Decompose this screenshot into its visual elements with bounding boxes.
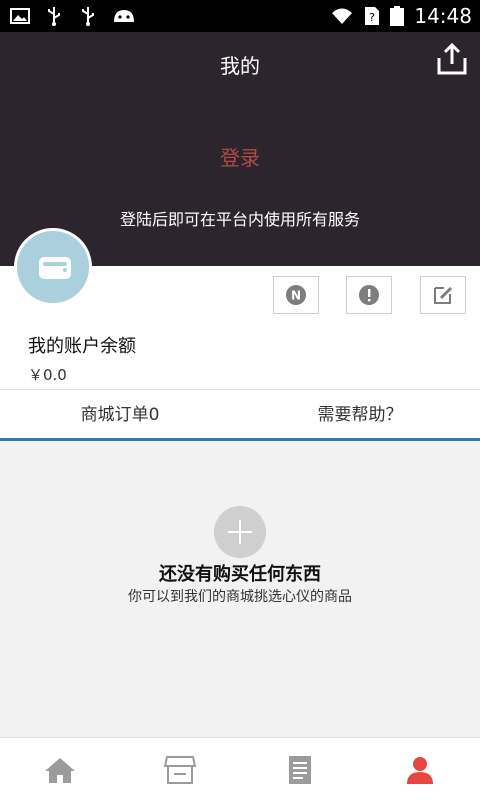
image-icon <box>10 8 30 24</box>
status-left-icons <box>10 6 136 26</box>
store-icon <box>163 756 197 784</box>
edit-icon <box>434 286 453 304</box>
nav-home[interactable] <box>0 748 120 792</box>
tab-mall-orders[interactable]: 商城订单0 <box>0 390 240 440</box>
android-icon <box>114 10 134 22</box>
home-icon <box>45 758 75 783</box>
nav-profile[interactable] <box>360 748 480 792</box>
status-right: ? 14:48 <box>330 4 472 28</box>
login-hint: 登陆后即可在平台内使用所有服务 <box>119 210 360 229</box>
bottom-nav <box>0 737 480 800</box>
add-icon[interactable] <box>214 506 266 558</box>
tab-help[interactable]: 需要帮助？ <box>240 390 480 440</box>
profile-icon <box>407 757 433 784</box>
svg-text:?: ? <box>369 11 375 24</box>
alert-icon <box>359 285 379 305</box>
balance-label: 我的账户余额 <box>28 336 136 357</box>
tabs-bar: 商城订单0 需要帮助？ <box>0 389 480 441</box>
alert-button[interactable] <box>346 276 392 314</box>
empty-state: 还没有购买任何东西 你可以到我们的商城挑选心仪的商品 <box>0 441 480 737</box>
empty-subtitle: 你可以到我们的商城挑选心仪的商品 <box>128 589 352 605</box>
wifi-icon <box>332 8 353 24</box>
profile-header: 我的 登录 登陆后即可在平台内使用所有服务 <box>0 32 480 266</box>
share-icon[interactable] <box>436 42 468 76</box>
status-time: 14:48 <box>414 4 472 28</box>
usb-icon <box>82 7 94 26</box>
edit-button[interactable] <box>420 276 466 314</box>
nav-store[interactable] <box>120 748 240 792</box>
document-icon <box>289 756 311 784</box>
nav-orders[interactable] <box>240 748 360 792</box>
usb-icon <box>48 7 60 26</box>
avatar[interactable] <box>14 228 92 306</box>
wallet-icon <box>39 257 71 279</box>
sim-icon: ? <box>365 7 380 25</box>
balance-value: ￥0.0 <box>28 366 67 384</box>
login-button[interactable]: 登录 <box>0 142 480 171</box>
empty-title: 还没有购买任何东西 <box>159 564 321 585</box>
status-bar: ? 14:48 <box>0 0 480 32</box>
notes-button[interactable]: N <box>273 276 319 314</box>
page-title: 我的 <box>220 54 260 78</box>
svg-text:N: N <box>291 289 301 303</box>
notes-n-icon: N <box>286 285 306 305</box>
battery-icon <box>390 6 405 26</box>
